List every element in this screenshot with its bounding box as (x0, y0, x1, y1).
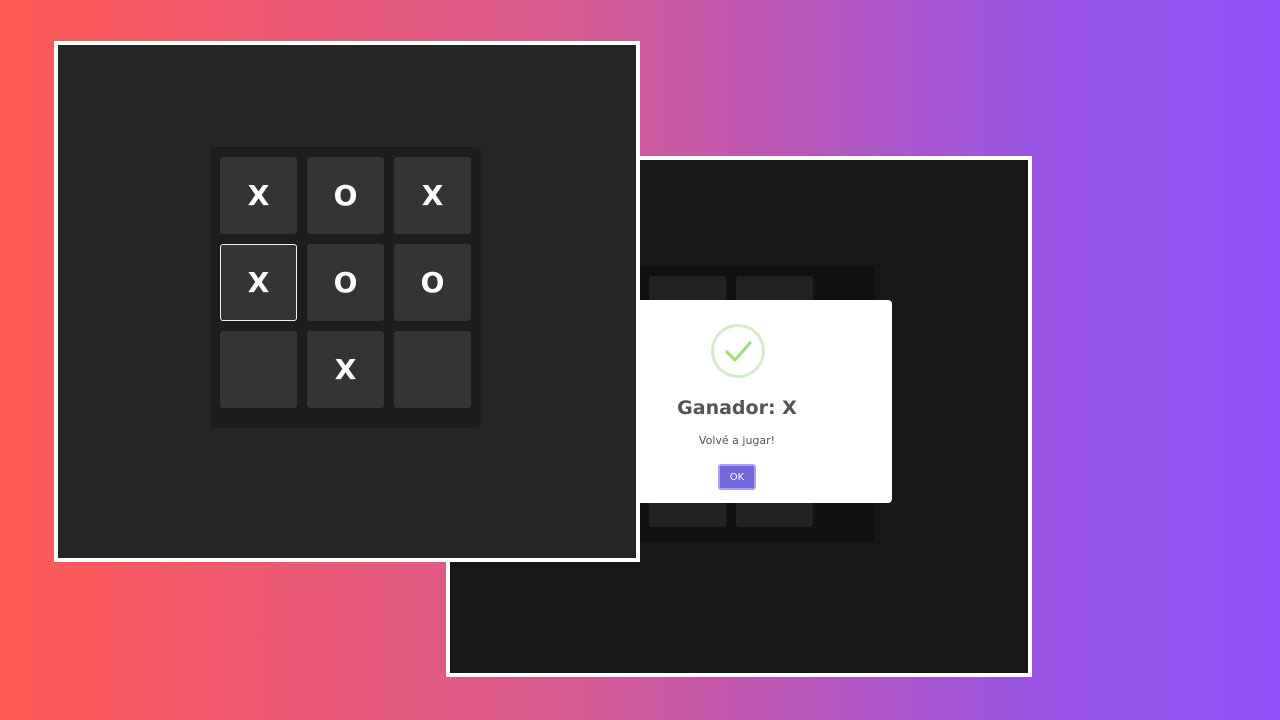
modal-message: Volvé a jugar! (698, 434, 776, 447)
board-cell-3[interactable]: X (220, 244, 297, 321)
board-cell-1[interactable]: O (307, 157, 384, 234)
board-cell-2[interactable]: X (394, 157, 471, 234)
winner-modal: Ganador: X Volvé a jugar! OK (636, 300, 892, 503)
board-cell-4[interactable]: O (307, 244, 384, 321)
board-cell-6[interactable] (220, 331, 297, 408)
board-cell-8[interactable] (394, 331, 471, 408)
check-icon (711, 324, 765, 378)
board-cell-5[interactable]: O (394, 244, 471, 321)
screenshot-board-state: X O X X O O X (54, 41, 640, 562)
ok-button[interactable]: OK (718, 464, 756, 490)
modal-title: Ganador: X (677, 397, 797, 419)
game-board: X O X X O O X (210, 147, 481, 428)
board-cell-0[interactable]: X (220, 157, 297, 234)
board-cell-7[interactable]: X (307, 331, 384, 408)
